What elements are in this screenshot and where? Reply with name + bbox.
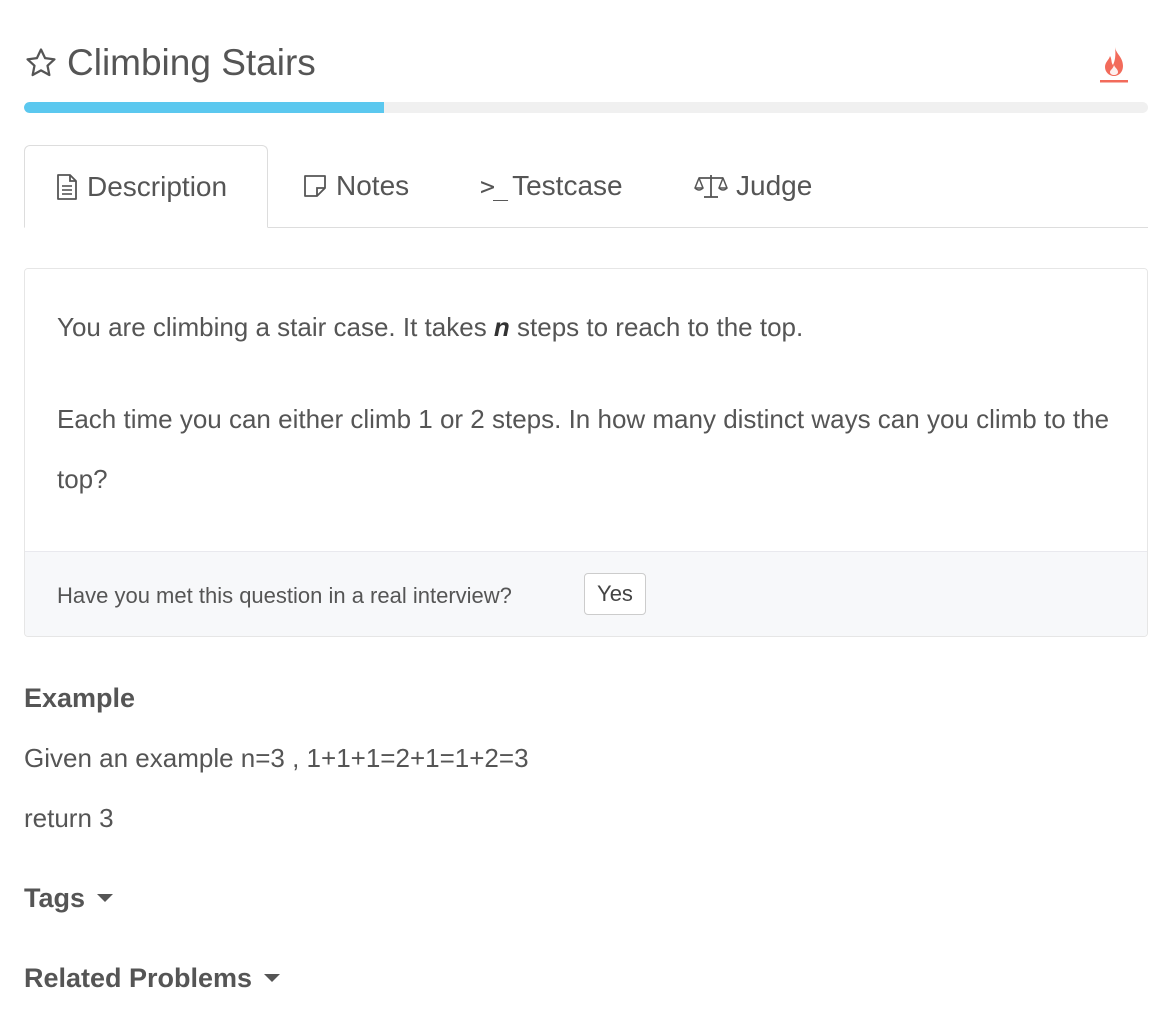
yes-button[interactable]: Yes xyxy=(584,573,646,615)
interview-question: Have you met this question in a real int… xyxy=(57,583,512,608)
description-panel: You are climbing a stair case. It takes … xyxy=(24,268,1148,637)
tab-judge[interactable]: Judge xyxy=(694,145,812,227)
caret-down-icon xyxy=(264,973,281,982)
variable-n: n xyxy=(493,312,510,342)
interview-footer: Have you met this question in a real int… xyxy=(25,551,1147,636)
description-line-1: You are climbing a stair case. It takes … xyxy=(57,309,803,345)
terminal-icon: >_ xyxy=(480,171,508,201)
page-title: Climbing Stairs xyxy=(67,42,316,83)
tags-heading: Tags xyxy=(24,883,86,913)
tab-bar: Description Notes >_ Testcase Judge xyxy=(24,145,1148,228)
tags-toggle[interactable]: Tags xyxy=(24,880,114,916)
note-icon xyxy=(304,175,326,197)
related-problems-heading: Related Problems xyxy=(24,963,253,993)
star-outline-icon[interactable] xyxy=(24,46,58,80)
caret-down-icon xyxy=(97,893,114,902)
example-line-1: Given an example n=3 , 1+1+1=2+1=1+2=3 xyxy=(24,743,529,773)
tab-description[interactable]: Description xyxy=(24,145,268,228)
tab-label: Description xyxy=(87,170,228,202)
progress-fill xyxy=(24,102,384,113)
problem-header: Climbing Stairs xyxy=(24,38,1148,90)
description-line-2: Each time you can either climb 1 or 2 st… xyxy=(57,404,1110,494)
related-problems-toggle[interactable]: Related Problems xyxy=(24,960,281,996)
description-text: You are climbing a stair case. It takes xyxy=(57,312,494,342)
scale-icon xyxy=(694,175,728,198)
tab-label: Notes xyxy=(336,170,410,201)
flame-icon[interactable] xyxy=(1098,44,1130,84)
tab-label: Judge xyxy=(736,170,813,201)
progress-bar xyxy=(24,102,1148,113)
description-text: steps to reach to the top. xyxy=(509,312,804,342)
example-line-2: return 3 xyxy=(24,803,114,833)
tab-testcase[interactable]: >_ Testcase xyxy=(480,145,623,227)
description-body: You are climbing a stair case. It takes … xyxy=(25,269,1147,551)
document-icon xyxy=(57,173,77,200)
tab-label: Testcase xyxy=(512,170,623,201)
example-heading: Example xyxy=(24,683,136,713)
tab-notes[interactable]: Notes xyxy=(302,145,409,227)
